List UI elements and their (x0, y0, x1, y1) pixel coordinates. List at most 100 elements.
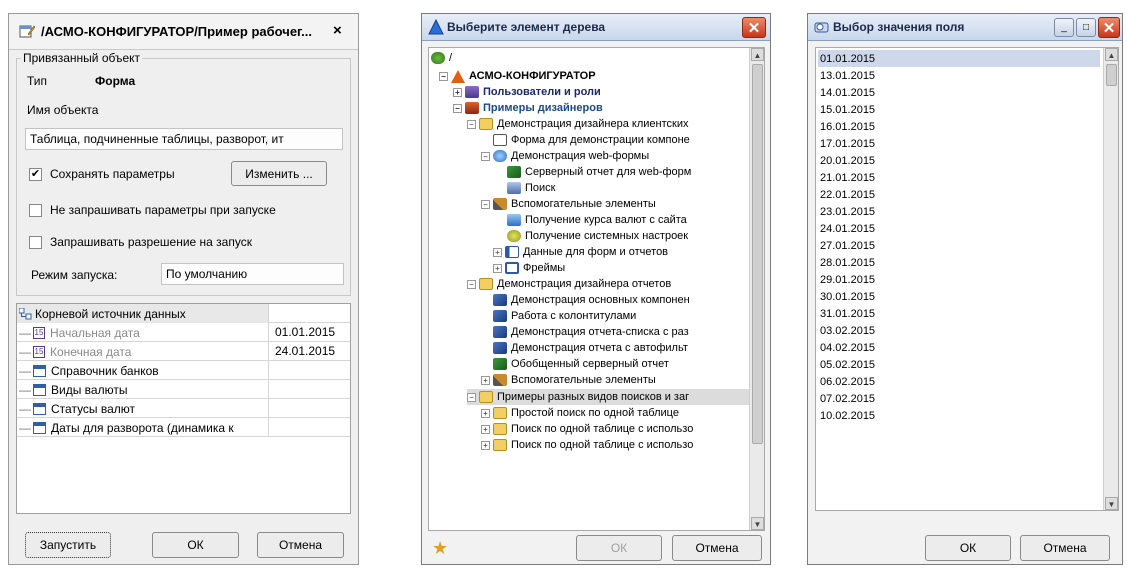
list-item[interactable]: 29.01.2015 (818, 271, 1100, 288)
scroll-thumb[interactable] (752, 64, 763, 444)
tree-node[interactable]: Демонстрация основных компонен (493, 292, 690, 308)
list-item[interactable]: 07.02.2015 (818, 390, 1100, 407)
row-value[interactable]: 24.01.2015 (275, 344, 335, 358)
tree-node[interactable]: Форма для демонстрации компоне (493, 132, 690, 148)
folder-icon (493, 423, 507, 435)
ask-permission-checkbox[interactable] (29, 236, 42, 249)
expand-icon[interactable]: + (493, 247, 502, 257)
collapse-icon[interactable]: − (467, 279, 476, 289)
table-row[interactable]: — Виды валюты (17, 380, 350, 399)
table-root-row[interactable]: Корневой источник данных (17, 304, 350, 323)
scroll-down-icon[interactable]: ▼ (751, 517, 764, 530)
tree-node[interactable]: − Примеры дизайнеров (453, 100, 603, 116)
expand-icon[interactable]: + (481, 375, 490, 385)
tree-node[interactable]: + Поиск по одной таблице с использо (481, 437, 693, 453)
run-button[interactable]: Запустить (25, 532, 111, 558)
list-item[interactable]: 17.01.2015 (818, 135, 1100, 152)
tree-node[interactable]: Серверный отчет для web-форм (507, 164, 691, 180)
tree-scrollbar[interactable]: ▲ ▼ (749, 48, 764, 530)
tree-node[interactable]: Получение системных настроек (507, 228, 688, 244)
tree-node[interactable]: − Вспомогательные элементы (481, 196, 656, 212)
table-icon (33, 364, 46, 377)
expand-icon[interactable]: + (481, 424, 490, 434)
expand-icon[interactable]: + (453, 87, 462, 97)
expand-icon[interactable]: + (481, 440, 490, 450)
favorites-star-icon[interactable]: ★ (432, 538, 448, 559)
row-value[interactable]: 01.01.2015 (275, 325, 335, 339)
tree-node[interactable]: + Данные для форм и отчетов (493, 244, 668, 260)
list-item[interactable]: 20.01.2015 (818, 152, 1100, 169)
tree-node[interactable]: + Поиск по одной таблице с использо (481, 421, 693, 437)
list-item[interactable]: 22.01.2015 (818, 186, 1100, 203)
table-row[interactable]: —15 Конечная дата 24.01.2015 (17, 342, 350, 361)
scroll-down-icon[interactable]: ▼ (1105, 497, 1118, 510)
close-icon[interactable]: ✕ (742, 17, 766, 38)
launch-mode-select[interactable]: По умолчанию (161, 263, 344, 285)
ok-button[interactable]: ОК (925, 535, 1011, 561)
list-item[interactable]: 13.01.2015 (818, 67, 1100, 84)
list-item[interactable]: 16.01.2015 (818, 118, 1100, 135)
list-item[interactable]: 14.01.2015 (818, 84, 1100, 101)
tree-node[interactable]: − Демонстрация дизайнера клиентских (467, 116, 688, 132)
list-item[interactable]: 01.01.2015 (818, 50, 1100, 67)
tree-node[interactable]: + Пользователи и роли (453, 84, 601, 100)
change-button[interactable]: Изменить ... (231, 161, 327, 186)
list-item[interactable]: 21.01.2015 (818, 169, 1100, 186)
scroll-up-icon[interactable]: ▲ (751, 48, 764, 61)
collapse-icon[interactable]: − (481, 199, 490, 209)
list-item[interactable]: 28.01.2015 (818, 254, 1100, 271)
cancel-button[interactable]: Отмена (1020, 535, 1110, 561)
list-item[interactable]: 05.02.2015 (818, 356, 1100, 373)
expand-icon[interactable]: + (493, 263, 502, 273)
cancel-button[interactable]: Отмена (672, 535, 762, 561)
tree-node[interactable]: Получение курса валют с сайта (507, 212, 687, 228)
save-params-checkbox[interactable]: ✔ (29, 168, 42, 181)
tree-node[interactable]: Обобщенный серверный отчет (493, 356, 669, 372)
collapse-icon[interactable]: − (467, 392, 476, 402)
ok-button[interactable]: ОК (576, 535, 662, 561)
collapse-icon[interactable]: − (467, 119, 476, 129)
maximize-icon[interactable]: □ (1076, 18, 1096, 37)
cancel-button[interactable]: Отмена (257, 532, 344, 558)
table-row[interactable]: — Даты для разворота (динамика к (17, 418, 350, 437)
tree-node[interactable]: − Демонстрация web-формы (481, 148, 649, 164)
list-item[interactable]: 06.02.2015 (818, 373, 1100, 390)
expand-icon[interactable]: + (481, 408, 490, 418)
list-item[interactable]: 27.01.2015 (818, 237, 1100, 254)
tree-node[interactable]: − Демонстрация дизайнера отчетов (467, 276, 671, 292)
collapse-icon[interactable]: − (439, 71, 448, 81)
list-item[interactable]: 31.01.2015 (818, 305, 1100, 322)
table-row[interactable]: — Статусы валют (17, 399, 350, 418)
tree-node[interactable]: Демонстрация отчета-списка с раз (493, 324, 689, 340)
list-item[interactable]: 10.02.2015 (818, 407, 1100, 424)
list-item[interactable]: 04.02.2015 (818, 339, 1100, 356)
table-row[interactable]: — Справочник банков (17, 361, 350, 380)
tree-node[interactable]: − Примеры разных видов поисков и заг (467, 389, 749, 405)
tree-root[interactable]: / (431, 50, 452, 66)
tree-node[interactable]: + Фреймы (493, 260, 565, 276)
list-scrollbar[interactable]: ▲ ▼ (1103, 48, 1118, 510)
tree-node[interactable]: + Простой поиск по одной таблице (481, 405, 679, 421)
scroll-up-icon[interactable]: ▲ (1105, 48, 1118, 61)
tree-node[interactable]: Работа с колонтитулами (493, 308, 636, 324)
tree-node-label: Поиск (525, 182, 556, 194)
tree-node[interactable]: + Вспомогательные элементы (481, 372, 656, 388)
list-item[interactable]: 24.01.2015 (818, 220, 1100, 237)
ok-button[interactable]: ОК (152, 532, 239, 558)
object-name-field[interactable]: Таблица, подчиненные таблицы, разворот, … (25, 128, 343, 150)
close-icon[interactable]: × (333, 22, 342, 39)
scroll-thumb[interactable] (1106, 64, 1117, 86)
minimize-icon[interactable]: _ (1054, 18, 1074, 37)
list-item[interactable]: 03.02.2015 (818, 322, 1100, 339)
table-row[interactable]: —15 Начальная дата 01.01.2015 (17, 323, 350, 342)
no-ask-params-checkbox[interactable] (29, 204, 42, 217)
list-item[interactable]: 30.01.2015 (818, 288, 1100, 305)
tree-node[interactable]: − АСМО-КОНФИГУРАТОР (439, 68, 596, 84)
list-item[interactable]: 23.01.2015 (818, 203, 1100, 220)
tree-node[interactable]: Демонстрация отчета с автофильт (493, 340, 688, 356)
collapse-icon[interactable]: − (453, 103, 462, 113)
collapse-icon[interactable]: − (481, 151, 490, 161)
close-icon[interactable]: ✕ (1098, 17, 1120, 38)
tree-node[interactable]: Поиск (507, 180, 555, 196)
list-item[interactable]: 15.01.2015 (818, 101, 1100, 118)
